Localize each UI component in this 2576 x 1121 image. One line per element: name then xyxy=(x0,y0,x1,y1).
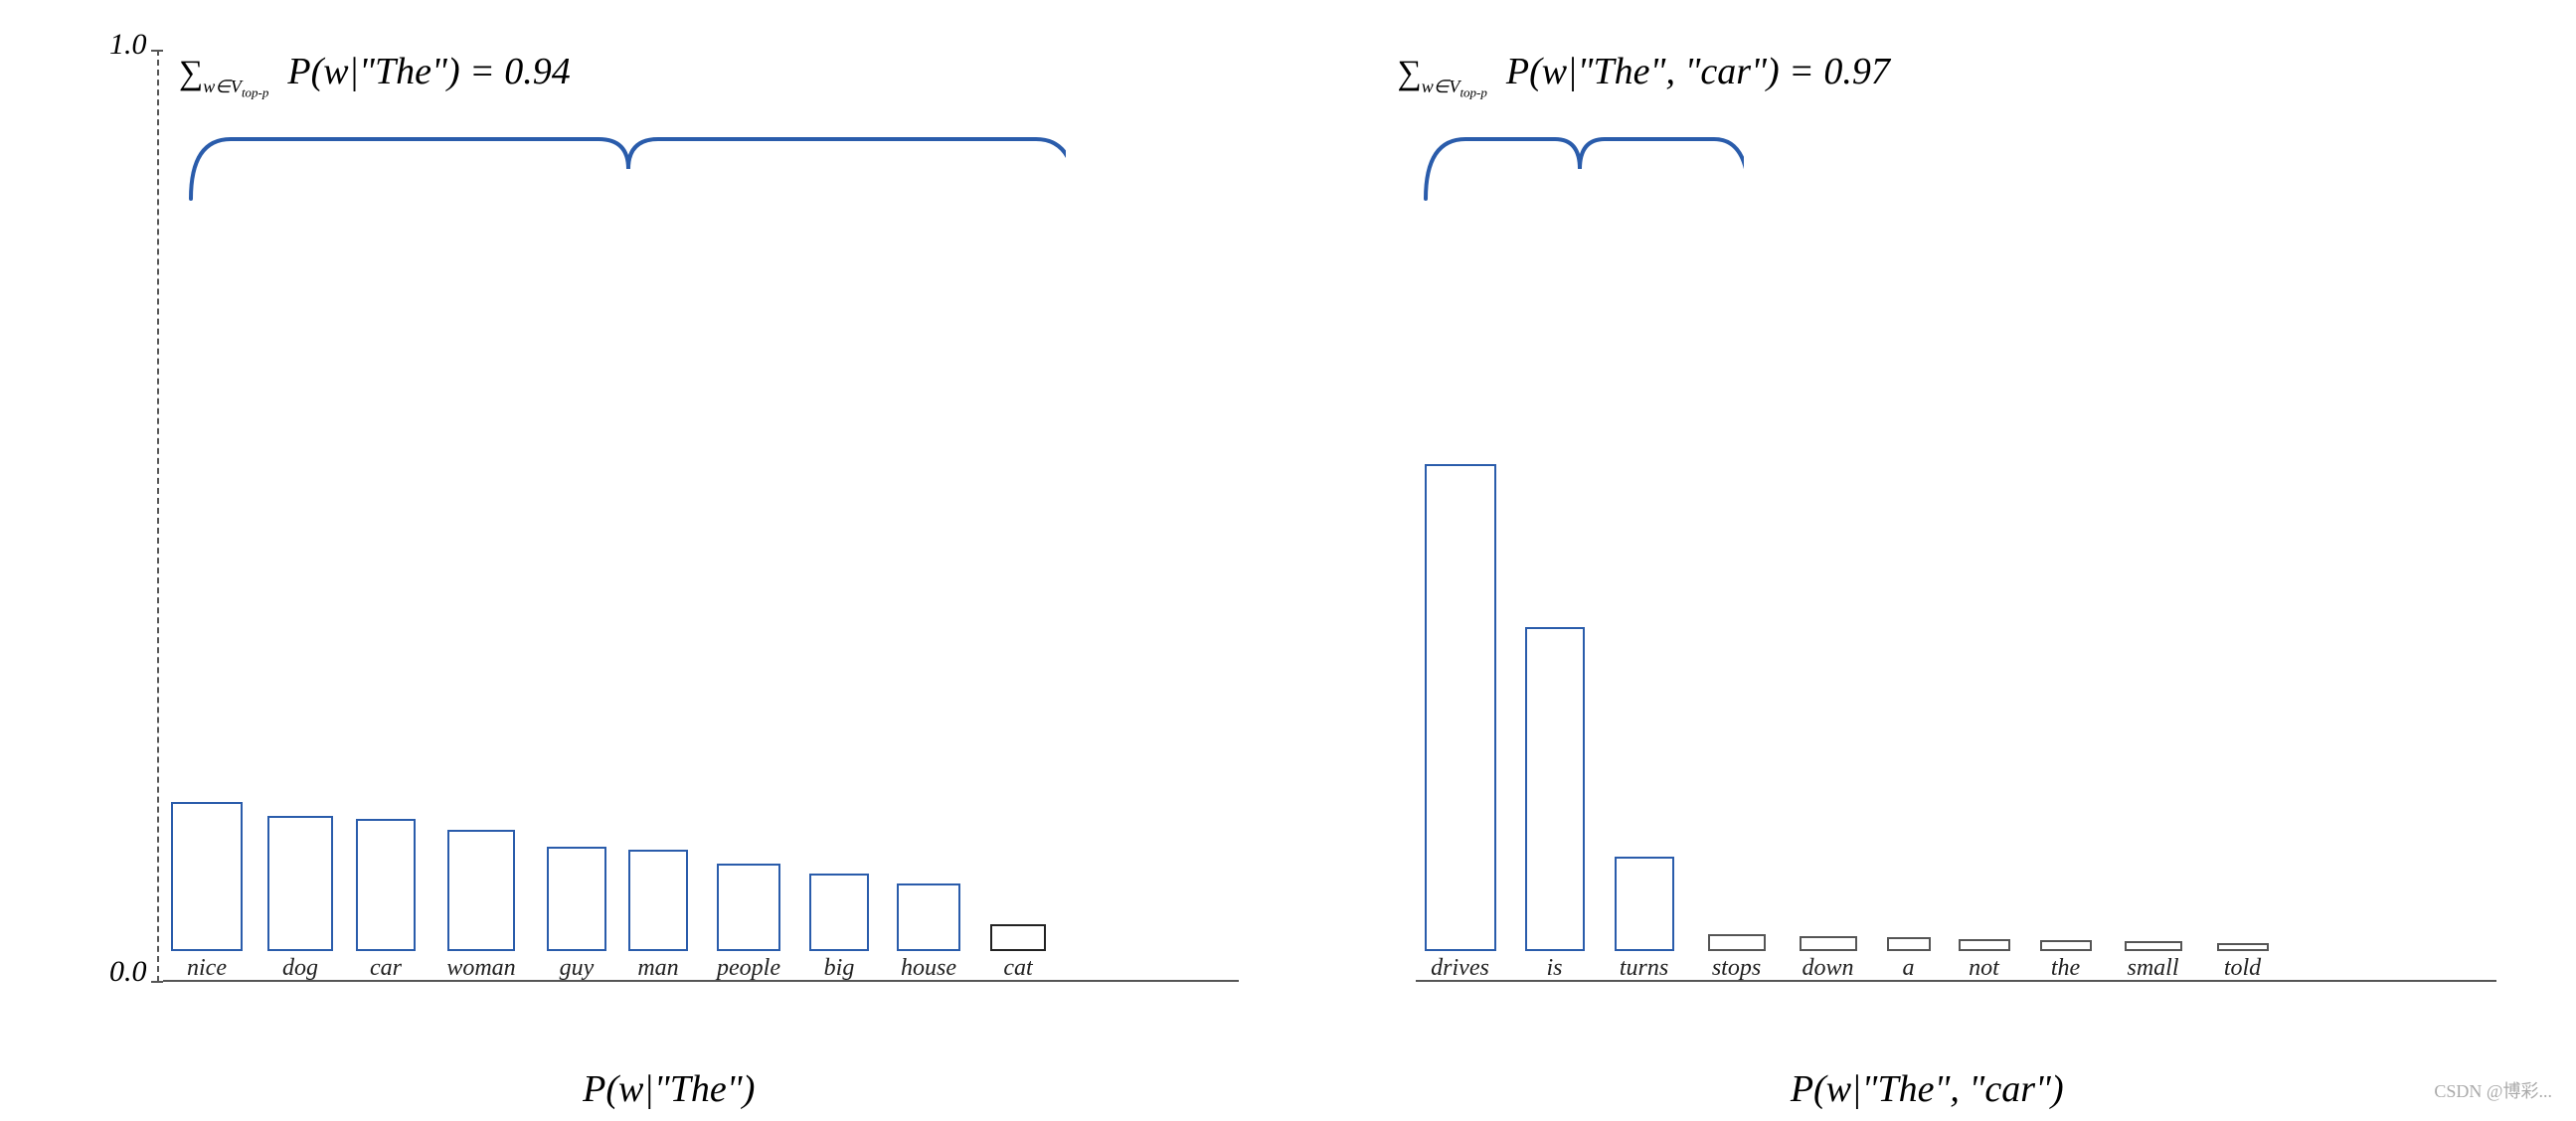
bar-told: told xyxy=(2207,943,2279,982)
bar-dog: dog xyxy=(260,816,340,982)
y-tick-top-left xyxy=(151,50,163,52)
y-tick-bottom-left xyxy=(151,981,163,983)
bar-turns: turns xyxy=(1605,857,1684,982)
right-panel: ∑w∈Vtop-p P(w|"The", "car") = 0.97 drive… xyxy=(1338,20,2517,1121)
bar-man: man xyxy=(622,850,694,982)
bar-a: a xyxy=(1881,937,1937,982)
bar-the: the xyxy=(2032,940,2100,982)
bars-left: nice dog car woman guy xyxy=(163,50,1239,982)
bar-not: not xyxy=(1951,939,2018,982)
watermark: CSDN @博彩... xyxy=(2434,1077,2552,1103)
bar-guy: guy xyxy=(541,847,612,982)
x-axis-right xyxy=(1416,980,2497,982)
bar-down: down xyxy=(1790,936,1867,982)
bar-cat: cat xyxy=(982,924,1054,982)
left-panel: 1.0 0.0 ∑w∈Vtop-p P(w|"The") = 0.94 nice xyxy=(80,20,1259,1121)
x-axis-left xyxy=(163,980,1239,982)
chart-container: 1.0 0.0 ∑w∈Vtop-p P(w|"The") = 0.94 nice xyxy=(0,0,2576,1121)
bar-car: car xyxy=(350,819,422,982)
panel-title-left: P(w|"The") xyxy=(80,1067,1259,1111)
bar-house: house xyxy=(885,883,972,982)
bar-woman: woman xyxy=(431,830,531,982)
bar-nice: nice xyxy=(163,802,251,982)
bar-is: is xyxy=(1519,627,1591,982)
bar-people: people xyxy=(704,864,793,982)
y-label-top-left: 1.0 xyxy=(109,28,147,62)
bar-small: small xyxy=(2114,941,2193,982)
y-axis-left xyxy=(157,50,159,982)
bar-big: big xyxy=(803,874,875,982)
bar-drives: drives xyxy=(1416,464,1505,982)
bars-right: drives is turns stops down xyxy=(1416,50,2497,982)
bar-stops: stops xyxy=(1698,934,1776,982)
panel-title-right: P(w|"The", "car") xyxy=(1338,1067,2517,1111)
y-label-bottom-left: 0.0 xyxy=(109,955,147,989)
